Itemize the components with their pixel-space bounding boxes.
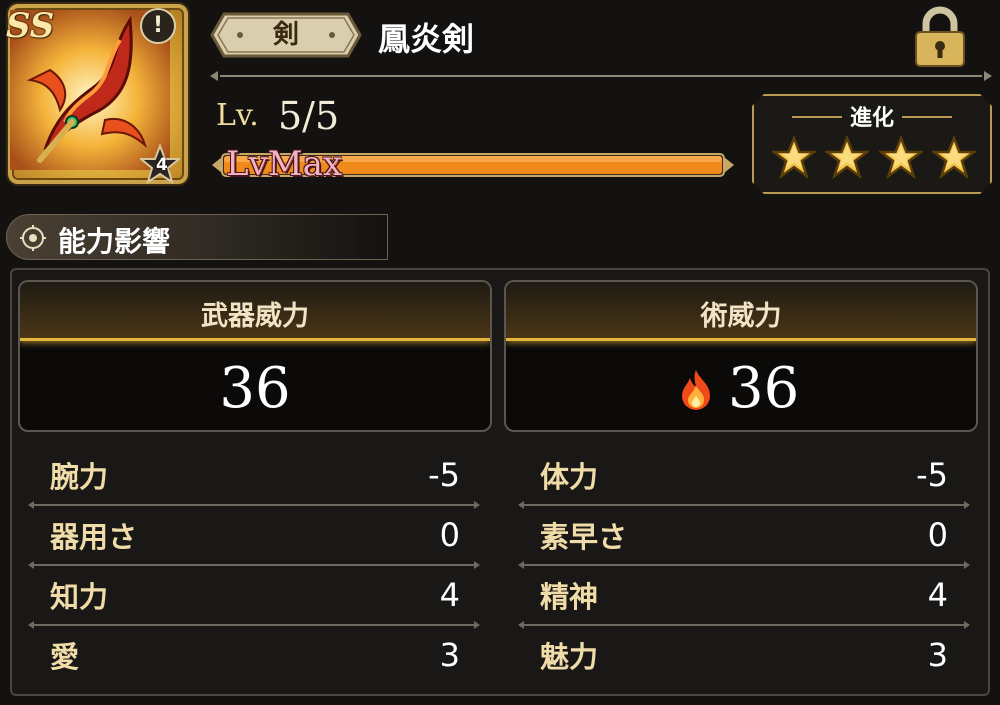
magic-power-card: 術威力 36 — [504, 280, 978, 432]
row-divider — [28, 561, 480, 569]
magic-power-value: 36 — [728, 356, 800, 421]
evolution-star-icon — [825, 136, 870, 180]
stat-value-agility: 0 — [927, 516, 948, 554]
weapon-power-value: 36 — [219, 356, 291, 421]
weapon-power-label: 武器威力 — [201, 301, 309, 332]
stat-value-charm: 3 — [927, 636, 948, 674]
stat-value-intelligence: 4 — [439, 576, 460, 614]
lvmax-label: LvMax — [226, 144, 343, 184]
row-divider — [518, 621, 970, 629]
stat-label-charm: 魅力 — [540, 640, 599, 674]
evolution-stars — [772, 136, 976, 182]
evolution-count: 4 — [156, 155, 168, 175]
row-divider — [28, 501, 480, 509]
level-value: 5/5 — [278, 94, 340, 138]
stat-label-spirit: 精神 — [540, 580, 599, 614]
row-divider — [518, 561, 970, 569]
evolution-star-icon — [772, 136, 816, 180]
info-alert-icon[interactable]: ! — [140, 8, 176, 44]
level-label: Lv. — [216, 98, 259, 133]
evolution-star-icon — [931, 136, 976, 180]
stat-label-dexterity: 器用さ — [50, 520, 138, 554]
stat-value-dexterity: 0 — [439, 516, 460, 554]
row-divider — [518, 501, 970, 509]
stat-label-agility: 素早さ — [540, 520, 628, 554]
stat-value-love: 3 — [439, 636, 460, 674]
weapon-type-label: 剣 — [272, 20, 299, 50]
stat-value-strength: -5 — [428, 456, 460, 494]
fire-icon — [682, 370, 710, 410]
section-title: 能力影響 — [58, 225, 171, 258]
stat-value-spirit: 4 — [927, 576, 948, 614]
stat-label-vitality: 体力 — [540, 460, 599, 494]
stat-label-love: 愛 — [50, 640, 80, 674]
row-divider — [28, 621, 480, 629]
stat-label-intelligence: 知力 — [50, 580, 109, 614]
evolution-title: 進化 — [849, 106, 894, 131]
stat-label-strength: 腕力 — [50, 460, 109, 494]
weapon-name: 鳳炎剣 — [378, 20, 475, 58]
magic-power-label: 術威力 — [700, 301, 782, 332]
rank-badge: SS — [6, 6, 55, 46]
gear-sun-icon — [20, 225, 46, 251]
divider — [210, 71, 992, 81]
evolution-star-icon — [878, 136, 923, 180]
stat-value-vitality: -5 — [916, 456, 948, 494]
weapon-power-card: 武器威力 36 — [18, 280, 492, 432]
lock-icon[interactable] — [912, 6, 968, 68]
